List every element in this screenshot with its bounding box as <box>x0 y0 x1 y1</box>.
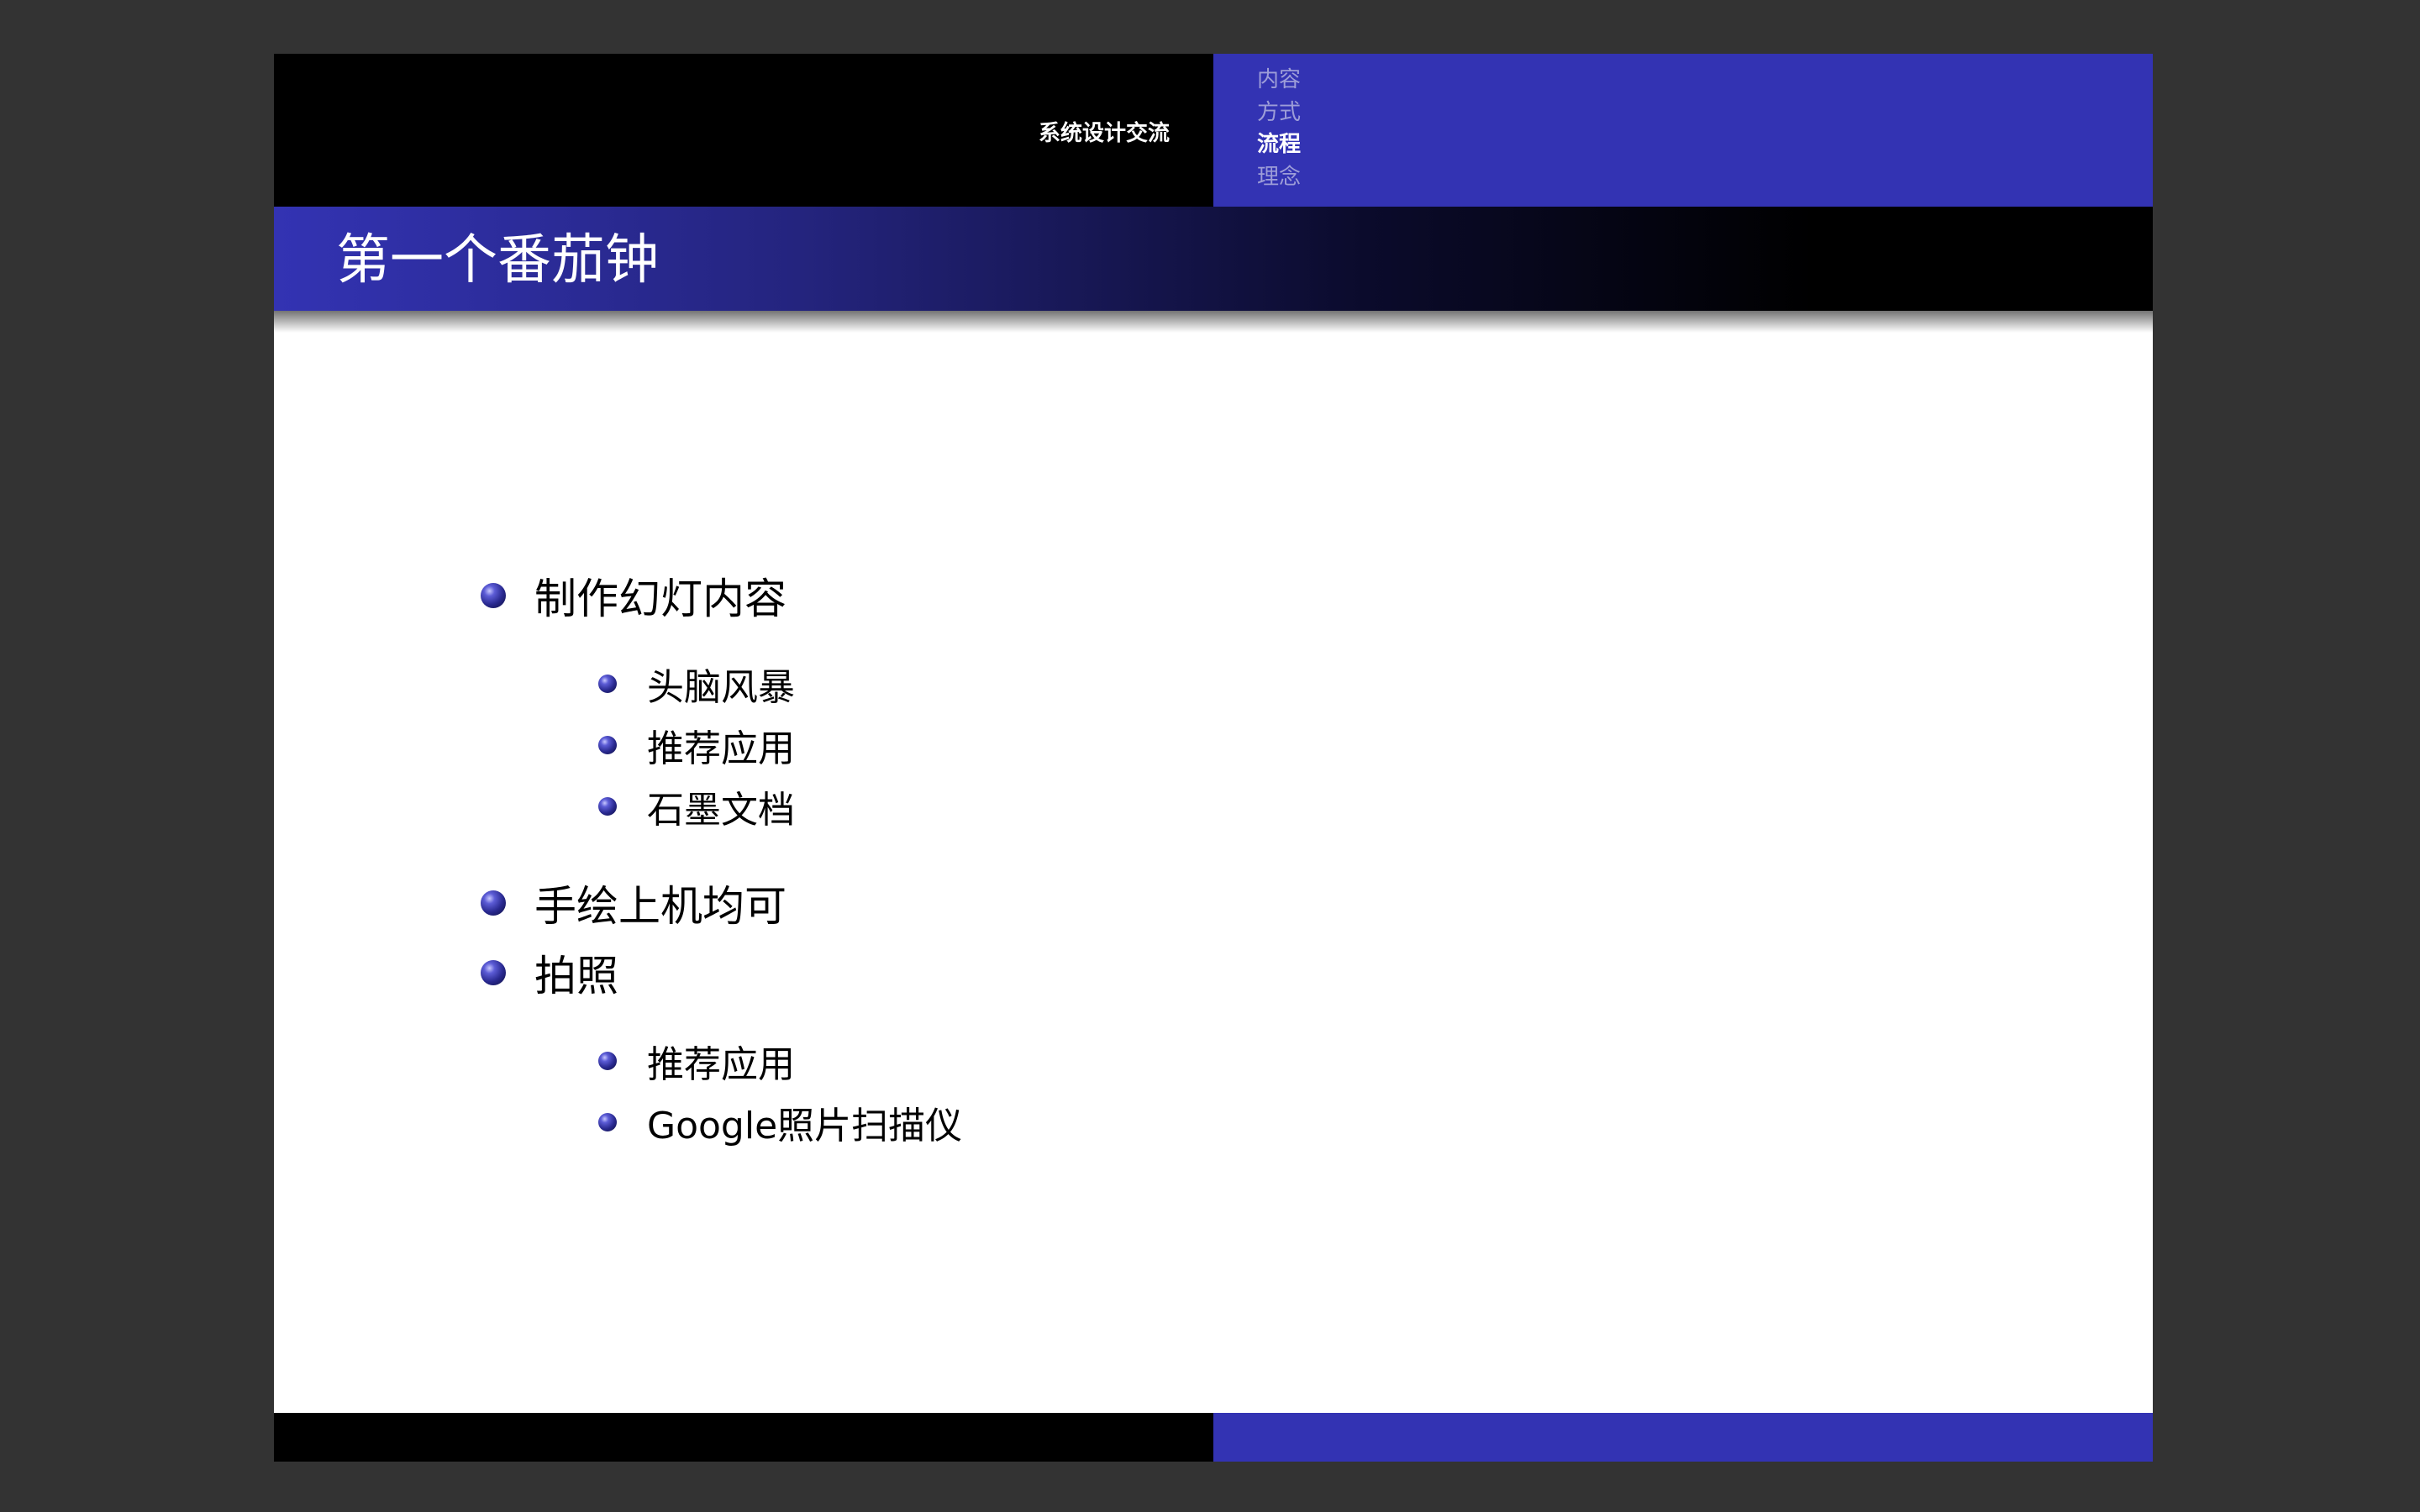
list-item: 手绘上机均可 <box>481 874 786 932</box>
list-item-text: 手绘上机均可 <box>534 882 786 931</box>
bullet-ball-icon <box>598 1113 617 1131</box>
list-item-text: 拍照 <box>534 952 618 1000</box>
sub-list-item: Google照片扫描仪 <box>598 1096 962 1148</box>
bullet-ball-icon <box>598 736 617 754</box>
bullet-ball-icon <box>481 890 506 916</box>
sub-list-item-text: Google照片扫描仪 <box>647 1105 963 1147</box>
sub-list-item-text: 头脑风暴 <box>647 666 795 709</box>
sub-list-item-text: 石墨文档 <box>647 789 795 832</box>
slide-content: 制作幻灯内容 头脑风暴 推荐应用 石墨文档 手绘上机均可 拍照 推荐应用 Goo… <box>274 54 2153 1462</box>
sub-list-item: 推荐应用 <box>598 1035 795 1087</box>
presentation-viewer: 系统设计交流 内容 方式 流程 理念 第一个番茄钟 制作幻灯内容 头脑风暴 推荐… <box>0 0 2420 1512</box>
footline-left-panel <box>274 1413 1213 1462</box>
list-item: 拍照 <box>481 943 618 1002</box>
footline-right-panel <box>1213 1413 2153 1462</box>
bullet-ball-icon <box>598 1052 617 1070</box>
slide: 系统设计交流 内容 方式 流程 理念 第一个番茄钟 制作幻灯内容 头脑风暴 推荐… <box>274 54 2153 1462</box>
sub-list-item: 石墨文档 <box>598 780 795 832</box>
sub-list-item: 推荐应用 <box>598 719 795 771</box>
bullet-ball-icon <box>598 797 617 816</box>
list-item: 制作幻灯内容 <box>481 566 786 625</box>
sub-list-item-text: 推荐应用 <box>647 727 795 770</box>
bullet-ball-icon <box>598 675 617 693</box>
list-item-text: 制作幻灯内容 <box>534 575 786 623</box>
sub-list-item-text: 推荐应用 <box>647 1043 795 1086</box>
bullet-ball-icon <box>481 960 506 985</box>
bullet-ball-icon <box>481 583 506 608</box>
slide-footline <box>274 1413 2153 1462</box>
sub-list-item: 头脑风暴 <box>598 658 795 710</box>
